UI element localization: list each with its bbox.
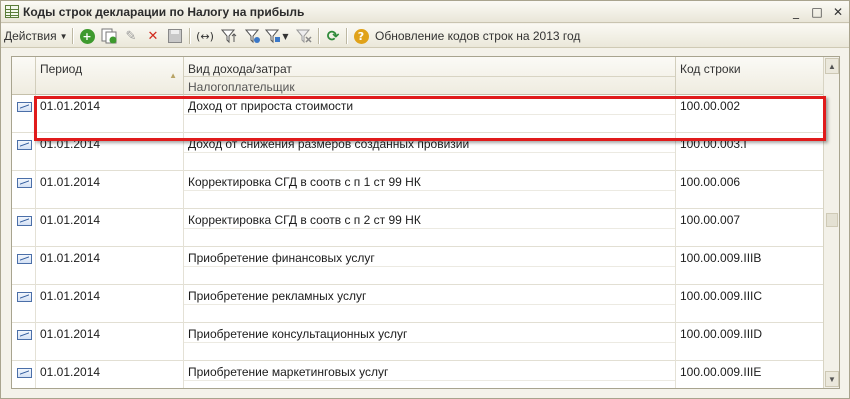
record-icon	[17, 140, 32, 150]
cell-income-type: Приобретение финансовых услуг	[188, 251, 375, 265]
add-button[interactable]: +	[77, 26, 97, 46]
maximize-button[interactable]: □	[809, 4, 825, 20]
window-title: Коды строк декларации по Налогу на прибы…	[23, 5, 305, 19]
update-codes-button[interactable]: Обновление кодов строк на 2013 год	[375, 26, 595, 46]
filter-button[interactable]	[219, 26, 241, 46]
main-window: Коды строк декларации по Налогу на прибы…	[0, 0, 850, 399]
column-header-line-code[interactable]: Код строки	[676, 57, 824, 95]
record-icon	[17, 216, 32, 226]
column-header-income-type[interactable]: Вид дохода/затрат Налогоплательщик	[184, 57, 676, 95]
scroll-down-icon[interactable]: ▼	[825, 371, 839, 387]
scroll-thumb[interactable]	[826, 213, 838, 227]
add-icon: +	[79, 28, 95, 44]
chevron-down-icon: ▼	[282, 31, 289, 41]
delete-icon: ✕	[147, 28, 159, 44]
filter-icon	[221, 29, 237, 44]
record-icon	[17, 102, 32, 112]
copy-button[interactable]	[99, 26, 119, 46]
save-icon	[168, 29, 182, 43]
column-header-icon	[12, 57, 36, 95]
clear-filter-icon	[296, 29, 312, 44]
toolbar-divider	[346, 28, 347, 44]
toolbar-divider	[318, 28, 319, 44]
edit-button[interactable]: ✎	[121, 26, 141, 46]
cell-line-code: 100.00.009.IIIE	[680, 365, 762, 379]
cell-line-code: 100.00.006	[680, 175, 741, 189]
help-button[interactable]: ?	[351, 26, 371, 46]
column-header-period[interactable]: Период ▲	[36, 57, 184, 95]
refresh-button[interactable]: ⟳	[323, 26, 343, 46]
filter-by-value-button[interactable]	[243, 26, 263, 46]
actions-menu-button[interactable]: Действия ▼	[4, 26, 70, 46]
cell-line-code: 100.00.009.IIIB	[680, 251, 762, 265]
toolbar: Действия ▼ + ✎ ✕ (↔) ▼ ⟳ ? Обновление ко…	[1, 24, 849, 48]
actions-menu-label: Действия	[4, 29, 57, 43]
toolbar-divider	[72, 28, 73, 44]
chevron-down-icon: ▼	[59, 31, 68, 41]
title-bar: Коды строк декларации по Налогу на прибы…	[1, 1, 849, 23]
period-icon: (↔)	[196, 29, 214, 43]
table-row[interactable]: 01.01.2014 Приобретение рекламных услуг …	[12, 285, 824, 323]
refresh-icon: ⟳	[326, 27, 340, 45]
cell-period: 01.01.2014	[40, 213, 101, 227]
table-row[interactable]: 01.01.2014 Приобретение маркетинговых ус…	[12, 361, 824, 388]
clear-filter-button[interactable]	[294, 26, 314, 46]
cell-period: 01.01.2014	[40, 365, 101, 379]
minimize-button[interactable]: _	[788, 4, 804, 20]
record-icon	[17, 368, 32, 378]
cell-line-code: 100.00.009.IIIC	[680, 289, 763, 303]
record-icon	[17, 330, 32, 340]
save-button[interactable]	[165, 26, 185, 46]
cell-period: 01.01.2014	[40, 251, 101, 265]
delete-button[interactable]: ✕	[143, 26, 163, 46]
cell-income-type: Приобретение маркетинговых услуг	[188, 365, 389, 379]
filter-history-button[interactable]: ▼	[264, 26, 290, 46]
toolbar-divider	[189, 28, 190, 44]
help-icon: ?	[353, 28, 369, 44]
table-icon	[5, 5, 19, 18]
pencil-icon: ✎	[125, 28, 137, 44]
cell-income-type: Приобретение консультационных услуг	[188, 327, 408, 341]
record-icon	[17, 254, 32, 264]
cell-income-type: Корректировка СГД в соотв с п 2 ст 99 НК	[188, 213, 421, 227]
cell-income-type: Корректировка СГД в соотв с п 1 ст 99 НК	[188, 175, 421, 189]
close-button[interactable]: ✕	[830, 4, 846, 20]
copy-icon	[101, 28, 117, 44]
cell-period: 01.01.2014	[40, 289, 101, 303]
column-header-taxpayer[interactable]: Налогоплательщик	[184, 76, 675, 94]
cell-period: 01.01.2014	[40, 175, 101, 189]
cell-line-code: 100.00.009.IIID	[680, 327, 763, 341]
cell-line-code: 100.00.007	[680, 213, 741, 227]
highlight-frame	[34, 96, 826, 141]
table-row[interactable]: 01.01.2014 Корректировка СГД в соотв с п…	[12, 171, 824, 209]
record-icon	[17, 178, 32, 188]
scroll-up-icon[interactable]: ▲	[825, 58, 839, 74]
column-header-income-type-label: Вид дохода/затрат	[188, 62, 292, 76]
sort-ascending-icon: ▲	[169, 71, 177, 80]
cell-period: 01.01.2014	[40, 327, 101, 341]
table-row[interactable]: 01.01.2014 Приобретение финансовых услуг…	[12, 247, 824, 285]
period-button[interactable]: (↔)	[194, 26, 216, 46]
table-row[interactable]: 01.01.2014 Корректировка СГД в соотв с п…	[12, 209, 824, 247]
column-header-period-label: Период	[40, 62, 83, 76]
filter-history-icon	[265, 29, 281, 44]
cell-income-type: Приобретение рекламных услуг	[188, 289, 367, 303]
table-row[interactable]: 01.01.2014 Приобретение консультационных…	[12, 323, 824, 361]
record-icon	[17, 292, 32, 302]
column-header-line-code-label: Код строки	[680, 62, 741, 76]
filter-list-icon	[245, 29, 260, 44]
